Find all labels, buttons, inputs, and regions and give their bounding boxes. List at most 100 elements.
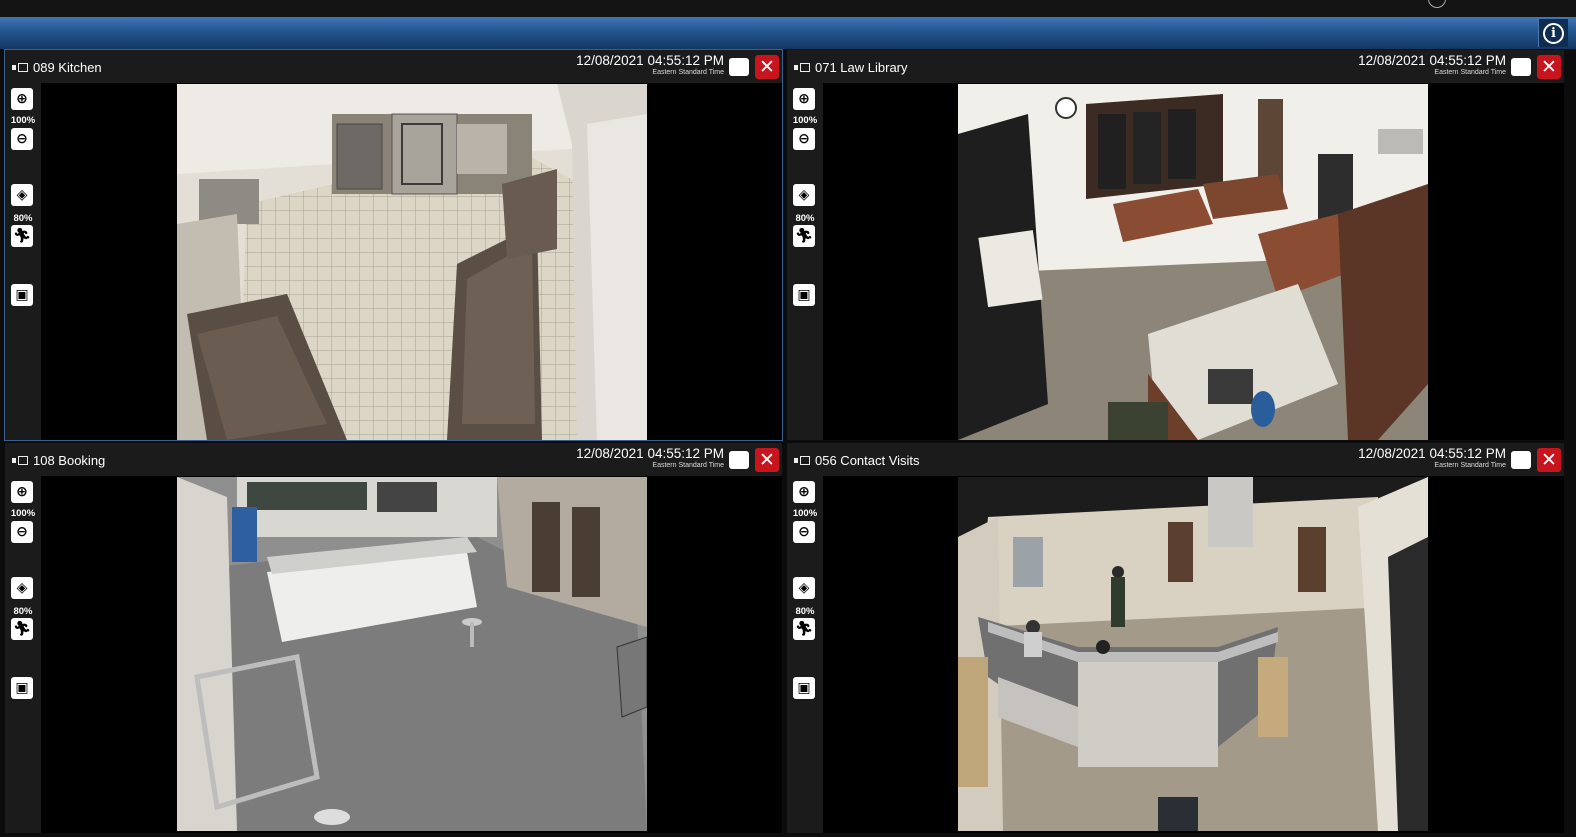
zoom-level: 100% bbox=[10, 508, 36, 519]
motion-button[interactable]: 🏃︎ bbox=[11, 225, 33, 247]
camera-icon bbox=[12, 456, 28, 465]
zoom-in-button[interactable]: ⊕ bbox=[11, 88, 33, 110]
camera-pane-kitchen[interactable]: 089 Kitchen 12/08/2021 04:55:12 PM Easte… bbox=[4, 49, 783, 441]
gem-icon: ◈ bbox=[16, 580, 28, 596]
camera-feed-law-library[interactable] bbox=[958, 84, 1428, 440]
camera-icon bbox=[12, 63, 28, 72]
sensitivity-level: 80% bbox=[795, 606, 815, 617]
info-circle-icon: i bbox=[1543, 22, 1564, 44]
motion-button[interactable]: 🏃︎ bbox=[11, 618, 33, 640]
camera-toolbar: ⊕ 100% ⊖ ◈ 80% 🏃︎ ▣ bbox=[787, 476, 823, 833]
gem-button[interactable]: ◈ bbox=[793, 577, 815, 599]
motion-button[interactable]: 🏃︎ bbox=[793, 618, 815, 640]
booking-scene bbox=[177, 477, 647, 831]
clip-export-button[interactable]: ▣ bbox=[793, 677, 815, 699]
close-button[interactable]: ✕ bbox=[1537, 448, 1561, 472]
camera-toolbar: ⊕ 100% ⊖ ◈ 80% 🏃︎ ▣ bbox=[5, 83, 41, 440]
zoom-out-icon: ⊖ bbox=[16, 131, 28, 147]
motion-runner-icon: 🏃︎ bbox=[13, 621, 31, 637]
close-button[interactable]: ✕ bbox=[1537, 55, 1561, 79]
camera-header: 056 Contact Visits 12/08/2021 04:55:12 P… bbox=[787, 443, 1564, 476]
camera-icon bbox=[794, 63, 810, 72]
zoom-out-icon: ⊖ bbox=[798, 524, 810, 540]
zoom-in-button[interactable]: ⊕ bbox=[11, 481, 33, 503]
zoom-out-button[interactable]: ⊖ bbox=[11, 128, 33, 150]
header-bar: i bbox=[0, 17, 1576, 49]
gem-button[interactable]: ◈ bbox=[11, 577, 33, 599]
camera-name: 056 Contact Visits bbox=[815, 453, 920, 468]
camera-feed-booking[interactable] bbox=[177, 477, 647, 831]
clip-export-button[interactable]: ▣ bbox=[793, 284, 815, 306]
info-button[interactable]: i bbox=[1538, 19, 1568, 47]
law-library-scene bbox=[958, 84, 1428, 440]
clip-export-icon: ▣ bbox=[15, 287, 29, 303]
maximize-button[interactable] bbox=[729, 451, 749, 469]
zoom-in-icon: ⊕ bbox=[798, 91, 810, 107]
contact-visits-scene bbox=[958, 477, 1428, 831]
motion-runner-icon: 🏃︎ bbox=[13, 228, 31, 244]
timestamp-date: 12/08/2021 04:55:12 PM bbox=[576, 53, 724, 68]
clip-export-button[interactable]: ▣ bbox=[11, 284, 33, 306]
zoom-level: 100% bbox=[792, 508, 818, 519]
motion-button[interactable]: 🏃︎ bbox=[793, 225, 815, 247]
gem-button[interactable]: ◈ bbox=[11, 184, 33, 206]
maximize-button[interactable] bbox=[1511, 58, 1531, 76]
sensitivity-level: 80% bbox=[795, 213, 815, 224]
motion-runner-icon: 🏃︎ bbox=[795, 621, 813, 637]
zoom-out-icon: ⊖ bbox=[798, 131, 810, 147]
camera-icon bbox=[794, 456, 810, 465]
gem-icon: ◈ bbox=[798, 187, 810, 203]
timestamp-date: 12/08/2021 04:55:12 PM bbox=[576, 446, 724, 461]
camera-feed-contact-visits[interactable] bbox=[958, 477, 1428, 831]
close-button[interactable]: ✕ bbox=[755, 55, 779, 79]
timestamp: 12/08/2021 04:55:12 PM Eastern Standard … bbox=[576, 54, 724, 76]
kitchen-scene bbox=[177, 84, 647, 440]
timestamp-date: 12/08/2021 04:55:12 PM bbox=[1358, 53, 1506, 68]
camera-pane-law-library[interactable]: 071 Law Library 12/08/2021 04:55:12 PM E… bbox=[787, 50, 1564, 440]
zoom-level: 100% bbox=[10, 115, 36, 126]
partial-circle-icon bbox=[1428, 0, 1446, 8]
camera-toolbar: ⊕ 100% ⊖ ◈ 80% 🏃︎ ▣ bbox=[5, 476, 41, 833]
zoom-out-button[interactable]: ⊖ bbox=[793, 521, 815, 543]
zoom-out-button[interactable]: ⊖ bbox=[793, 128, 815, 150]
camera-toolbar: ⊕ 100% ⊖ ◈ 80% 🏃︎ ▣ bbox=[787, 83, 823, 440]
camera-header: 108 Booking 12/08/2021 04:55:12 PM Easte… bbox=[5, 443, 782, 476]
zoom-out-icon: ⊖ bbox=[16, 524, 28, 540]
zoom-in-button[interactable]: ⊕ bbox=[793, 88, 815, 110]
zoom-in-button[interactable]: ⊕ bbox=[793, 481, 815, 503]
gem-icon: ◈ bbox=[16, 187, 28, 203]
motion-runner-icon: 🏃︎ bbox=[795, 228, 813, 244]
zoom-in-icon: ⊕ bbox=[16, 484, 28, 500]
timestamp-date: 12/08/2021 04:55:12 PM bbox=[1358, 446, 1506, 461]
gem-button[interactable]: ◈ bbox=[793, 184, 815, 206]
timestamp: 12/08/2021 04:55:12 PM Eastern Standard … bbox=[576, 447, 724, 469]
camera-header: 089 Kitchen 12/08/2021 04:55:12 PM Easte… bbox=[5, 50, 782, 83]
clip-export-icon: ▣ bbox=[797, 680, 811, 696]
maximize-button[interactable] bbox=[1511, 451, 1531, 469]
camera-name: 108 Booking bbox=[33, 453, 106, 468]
zoom-in-icon: ⊕ bbox=[16, 91, 28, 107]
camera-feed-kitchen[interactable] bbox=[177, 84, 647, 440]
camera-header: 071 Law Library 12/08/2021 04:55:12 PM E… bbox=[787, 50, 1564, 83]
zoom-out-button[interactable]: ⊖ bbox=[11, 521, 33, 543]
zoom-level: 100% bbox=[792, 115, 818, 126]
clip-export-icon: ▣ bbox=[15, 680, 29, 696]
camera-name: 071 Law Library bbox=[815, 60, 908, 75]
gem-icon: ◈ bbox=[798, 580, 810, 596]
maximize-button[interactable] bbox=[729, 58, 749, 76]
timestamp-zone: Eastern Standard Time bbox=[1434, 68, 1506, 76]
sensitivity-level: 80% bbox=[13, 213, 33, 224]
clip-export-icon: ▣ bbox=[797, 287, 811, 303]
clip-export-button[interactable]: ▣ bbox=[11, 677, 33, 699]
timestamp: 12/08/2021 04:55:12 PM Eastern Standard … bbox=[1358, 447, 1506, 469]
top-strip bbox=[0, 0, 1576, 17]
sensitivity-level: 80% bbox=[13, 606, 33, 617]
timestamp-zone: Eastern Standard Time bbox=[1434, 461, 1506, 469]
camera-pane-booking[interactable]: 108 Booking 12/08/2021 04:55:12 PM Easte… bbox=[5, 443, 782, 833]
timestamp-zone: Eastern Standard Time bbox=[652, 461, 724, 469]
camera-name: 089 Kitchen bbox=[33, 60, 102, 75]
camera-pane-contact-visits[interactable]: 056 Contact Visits 12/08/2021 04:55:12 P… bbox=[787, 443, 1564, 833]
close-button[interactable]: ✕ bbox=[755, 448, 779, 472]
timestamp-zone: Eastern Standard Time bbox=[652, 68, 724, 76]
zoom-in-icon: ⊕ bbox=[798, 484, 810, 500]
